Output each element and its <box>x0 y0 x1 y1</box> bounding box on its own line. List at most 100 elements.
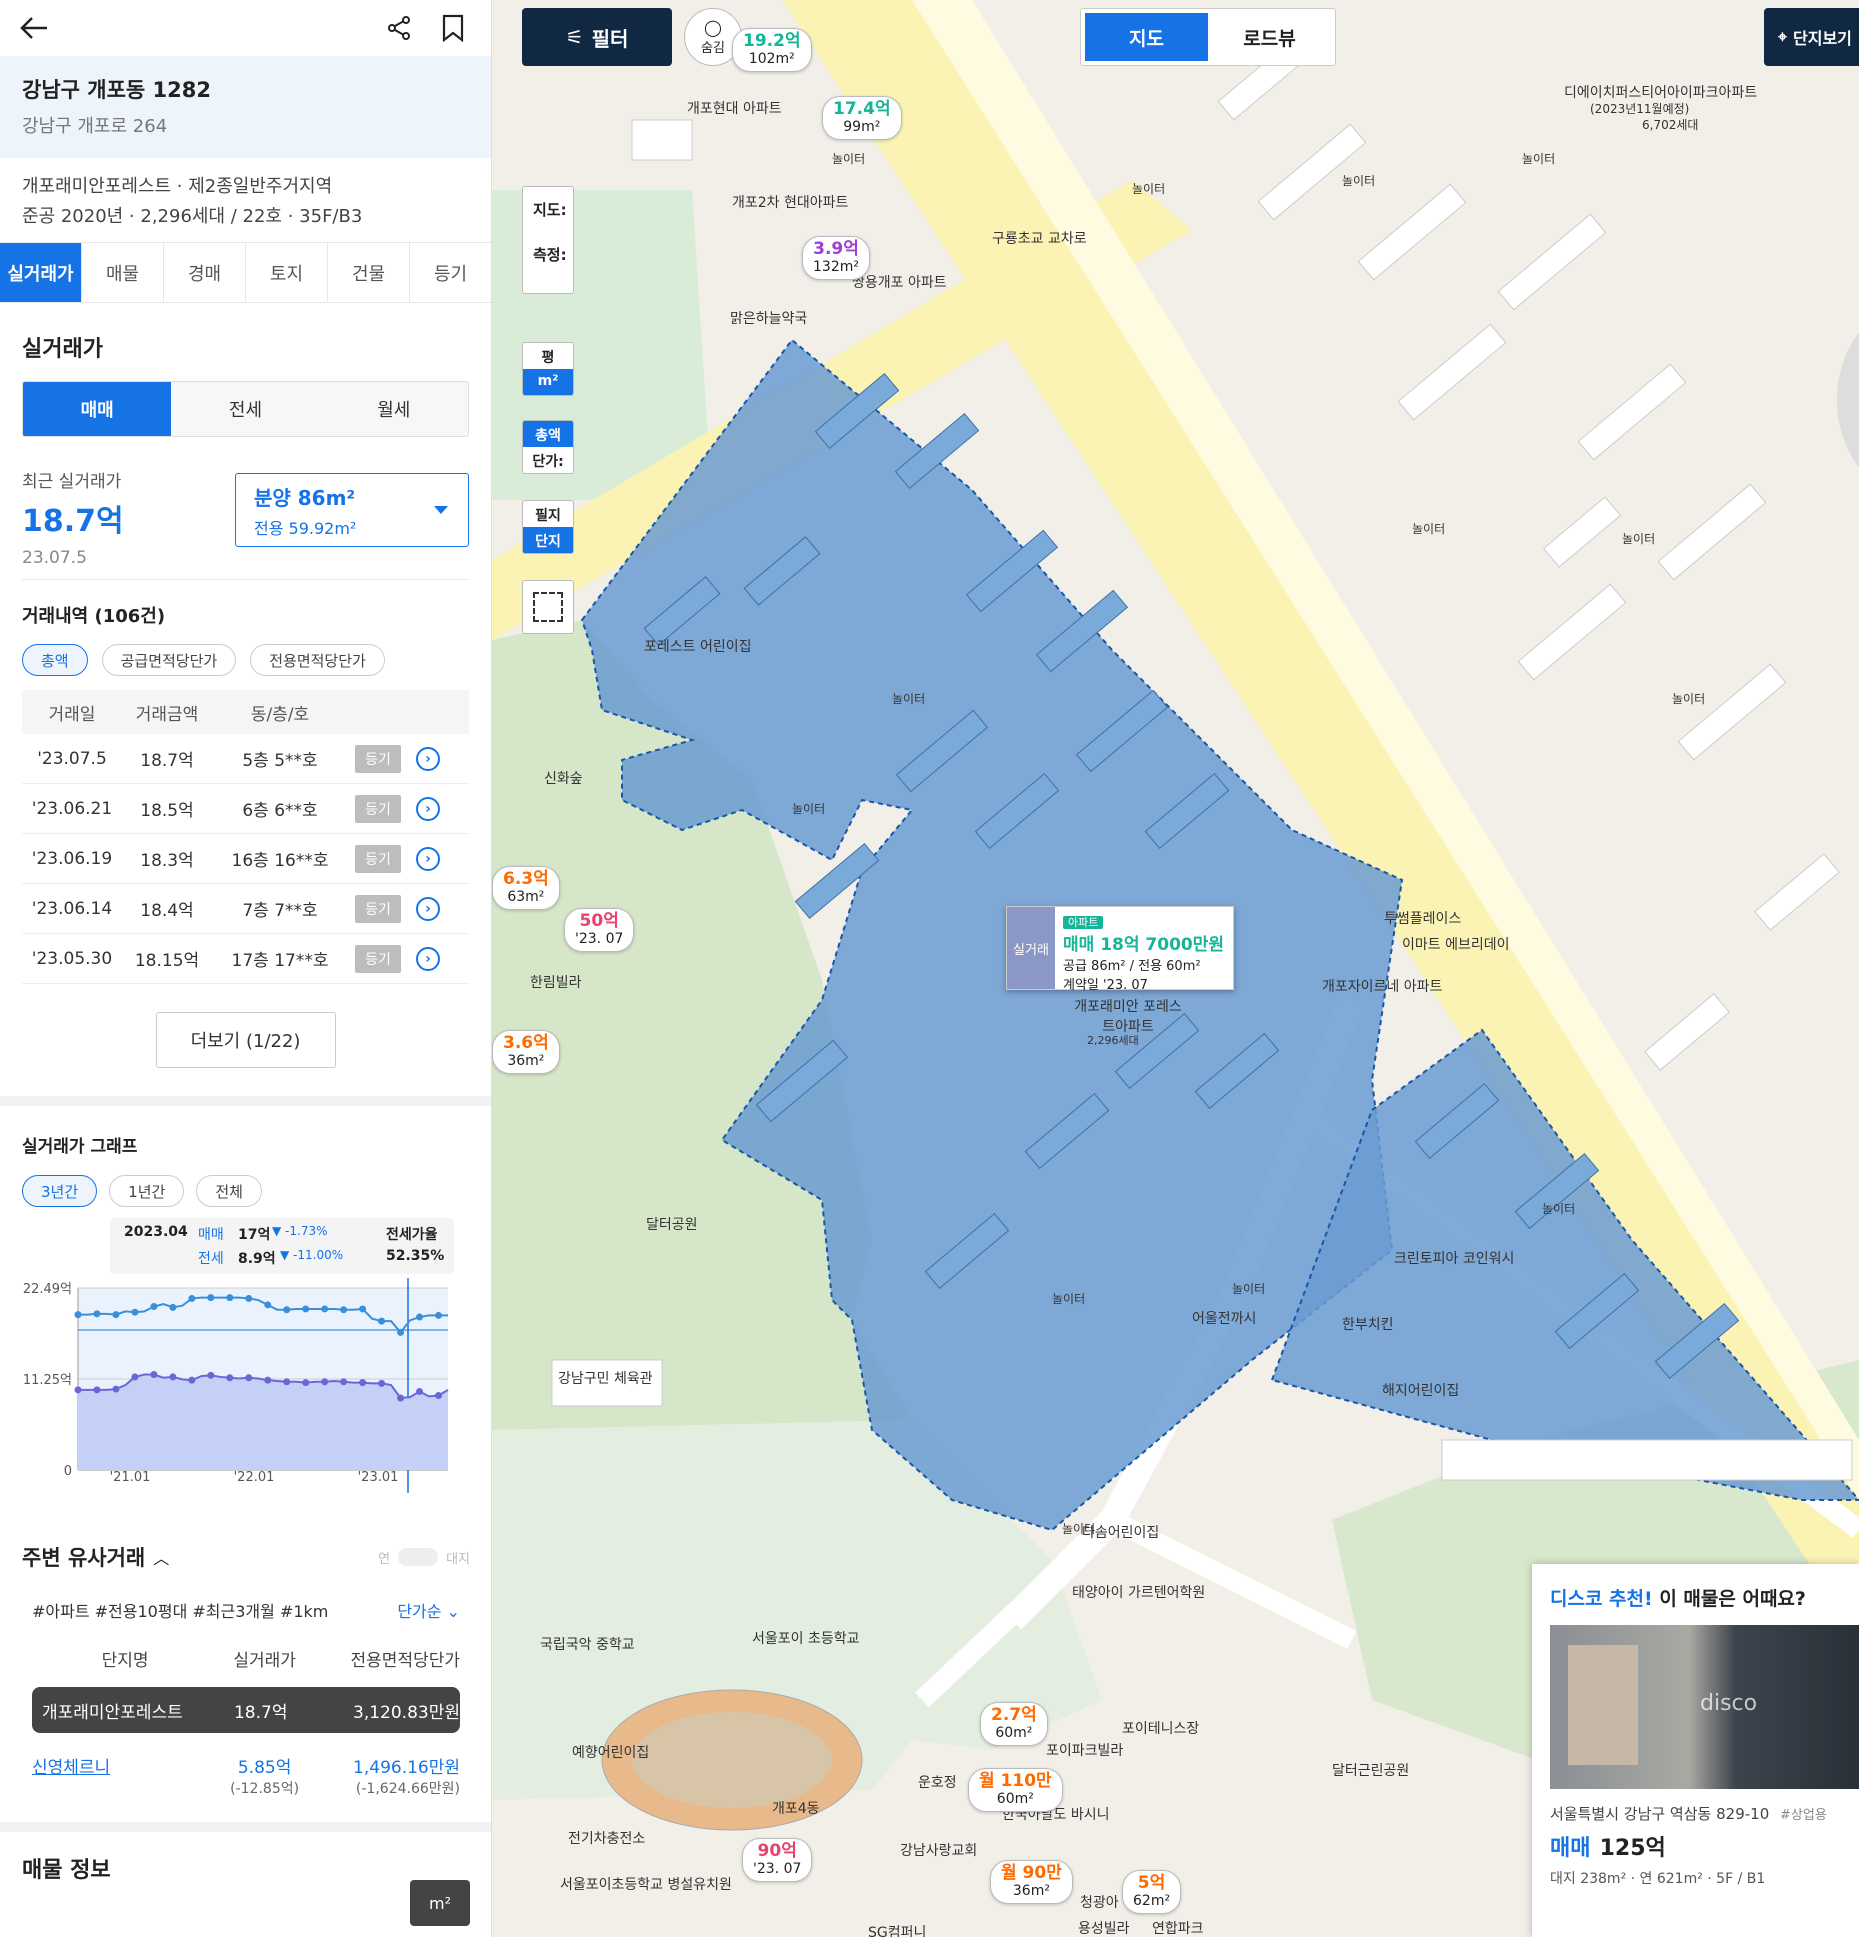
complex-option[interactable]: 단지 <box>523 527 573 553</box>
data-point <box>264 1301 272 1309</box>
chevron-right-icon[interactable]: › <box>416 896 440 921</box>
price-pin[interactable]: 월 90만 36m² <box>990 1860 1073 1904</box>
chevron-right-icon[interactable]: › <box>416 846 440 871</box>
price-mode-toggle[interactable]: 총액 단가: <box>522 420 574 474</box>
deal-row[interactable]: '23.05.30 18.15억 17층 17**호 등기 › <box>22 934 469 984</box>
tab-real-price[interactable]: 실거래가 <box>0 243 82 302</box>
registry-button[interactable]: 등기 <box>355 794 401 823</box>
chip-supply-unit[interactable]: 공급면적당단가 <box>101 644 237 676</box>
price-pin[interactable]: 17.4억 99m² <box>822 96 902 140</box>
data-point <box>131 1308 139 1316</box>
tab-auction[interactable]: 경매 <box>164 243 246 302</box>
chevron-right-icon[interactable]: › <box>416 746 440 771</box>
complex-view-button[interactable]: ⌖ 단지보기 <box>1764 8 1859 66</box>
deal-popup[interactable]: 실거래 아파트 매매 18억 7000만원 공급 86m² / 전용 60m² … <box>1006 906 1234 993</box>
data-point <box>188 1294 196 1302</box>
price-pin[interactable]: 19.2억 102m² <box>732 28 812 72</box>
playground-label: 놀이터 <box>1132 182 1166 196</box>
detail-tabs: 실거래가 매물 경매 토지 건물 등기 <box>0 243 491 303</box>
price-pin[interactable]: 2.7억 60m² <box>980 1702 1048 1746</box>
deal-price: 18.3억 <box>140 851 194 871</box>
complex-name-link[interactable]: 신영체르니 <box>32 1753 218 1778</box>
lot-complex-toggle[interactable]: 필지 단지 <box>522 500 574 554</box>
data-point <box>397 1328 405 1336</box>
pin-sub: 63m² <box>507 889 545 905</box>
price-pin[interactable]: 3.6억 36m² <box>492 1030 560 1074</box>
view-roadview-button[interactable]: 로드뷰 <box>1208 13 1331 61</box>
price-pin[interactable]: 90억 '23. 07 <box>742 1838 813 1882</box>
similar-row-highlight[interactable]: 개포래미안포레스트 18.7억 3,120.83만원 <box>32 1687 460 1733</box>
playground-label: 놀이터 <box>1542 1202 1576 1216</box>
similar-row[interactable]: 신영체르니 5.85억 (-12.85억) 1,496.16만원 (-1,624… <box>0 1739 491 1812</box>
reco-address: 서울특별시 강남구 역삼동 829-10 <box>1550 1805 1770 1823</box>
data-point <box>321 1378 329 1386</box>
complex-name-label: 개포래미안 포레스트아파트 <box>1074 999 1182 1035</box>
back-icon[interactable] <box>14 8 54 48</box>
area-select-tool[interactable] <box>522 580 574 634</box>
reco-deal-type: 매매 <box>1550 1836 1591 1861</box>
tab-land[interactable]: 토지 <box>246 243 328 302</box>
registry-button[interactable]: 등기 <box>355 944 401 973</box>
registry-button[interactable]: 등기 <box>355 744 401 773</box>
price-pin[interactable]: 월 110만 60m² <box>968 1768 1063 1812</box>
data-point <box>245 1294 253 1302</box>
registry-button[interactable]: 등기 <box>355 844 401 873</box>
recommendation-card[interactable]: 디스코 추천! 이 매물은 어때요? disco 서울특별시 강남구 역삼동 8… <box>1532 1564 1859 1937</box>
chip-exclusive-unit[interactable]: 전용면적당단가 <box>250 644 385 676</box>
chip-all[interactable]: 전체 <box>196 1175 262 1207</box>
registry-button[interactable]: 등기 <box>355 894 401 923</box>
tab-registry[interactable]: 등기 <box>410 243 491 302</box>
chevron-right-icon[interactable]: › <box>416 796 440 821</box>
deal-row[interactable]: '23.06.19 18.3억 16층 16**호 등기 › <box>22 834 469 884</box>
total-option[interactable]: 총액 <box>523 421 573 447</box>
unit-price-option[interactable]: 단가: <box>523 447 573 473</box>
similar-deals-title: 주변 유사거래 <box>22 1546 146 1570</box>
deal-date: '23.06.21 <box>31 798 113 819</box>
area-unit-toggle[interactable]: m² <box>410 1880 470 1926</box>
bookmark-icon[interactable] <box>433 8 473 48</box>
data-point <box>359 1305 367 1313</box>
reco-photo[interactable]: disco <box>1550 1625 1859 1789</box>
chevron-up-icon[interactable]: ︿ <box>153 1545 169 1569</box>
view-toggle: 지도 로드뷰 <box>1080 8 1336 66</box>
map-layer-control[interactable]: 지도: 측정: <box>522 186 574 294</box>
tooltip-ratio-value: 52.35% <box>386 1248 445 1264</box>
tab-listing[interactable]: 매물 <box>82 243 164 302</box>
area-toggle-switch[interactable] <box>398 1548 439 1566</box>
similar-tags: #아파트 #전용10평대 #최근3개월 #1km 단가순 ⌄ <box>0 1584 491 1636</box>
pin-sub: 132m² <box>813 259 859 275</box>
deal-row[interactable]: '23.06.21 18.5억 6층 6**호 등기 › <box>22 784 469 834</box>
complex-unit-price: 3,120.83만원 <box>353 1702 460 1723</box>
view-map-button[interactable]: 지도 <box>1085 13 1208 61</box>
share-icon[interactable] <box>379 8 419 48</box>
chip-1y[interactable]: 1년간 <box>109 1175 185 1207</box>
sort-dropdown[interactable]: 단가순 ⌄ <box>397 1598 460 1622</box>
price-pin[interactable]: 5억 62m² <box>1122 1870 1182 1914</box>
tab-building[interactable]: 건물 <box>328 243 410 302</box>
filter-button[interactable]: ⚟ 필터 <box>522 8 672 66</box>
data-point <box>226 1294 234 1302</box>
tag-list: #아파트 #전용10평대 #최근3개월 #1km <box>32 1602 329 1621</box>
price-pin[interactable]: 50억 '23. 07 <box>564 908 635 952</box>
chevron-right-icon[interactable]: › <box>416 946 440 971</box>
price-pin[interactable]: 3.9억 132m² <box>802 236 870 280</box>
pyeong-option[interactable]: 평 <box>523 343 573 369</box>
m2-option[interactable]: m² <box>523 369 573 395</box>
chip-3y[interactable]: 3년간 <box>22 1175 98 1207</box>
deal-type-monthly[interactable]: 월세 <box>320 382 468 436</box>
deal-type-jeonse[interactable]: 전세 <box>171 382 319 436</box>
deal-row[interactable]: '23.07.5 18.7억 5층 5**호 등기 › <box>22 734 469 784</box>
deal-type-sale[interactable]: 매매 <box>23 382 172 436</box>
chip-total[interactable]: 총액 <box>22 644 88 676</box>
map-poi-label: 어울전까시 <box>1192 1311 1257 1327</box>
unit-pyeong-m2-toggle[interactable]: 평 m² <box>522 342 574 396</box>
lot-option[interactable]: 필지 <box>523 501 573 527</box>
map-view[interactable]: ⚟ 필터 ◯ 숨김 지도 로드뷰 ⌖ 단지보기 지도: 측정: 평 m² 총액 단가:… <box>492 0 1859 1937</box>
data-point <box>359 1379 367 1387</box>
price-pin[interactable]: 6.3억 63m² <box>492 866 560 910</box>
more-deals-button[interactable]: 더보기 (1/22) <box>155 1012 336 1068</box>
deal-row[interactable]: '23.06.14 18.4억 7층 7**호 등기 › <box>22 884 469 934</box>
area-dropdown[interactable]: 분양 86m² 전용 59.92m² <box>235 473 469 547</box>
data-point <box>416 1313 424 1321</box>
area-exclusive: 전용 59.92m² <box>254 519 357 538</box>
